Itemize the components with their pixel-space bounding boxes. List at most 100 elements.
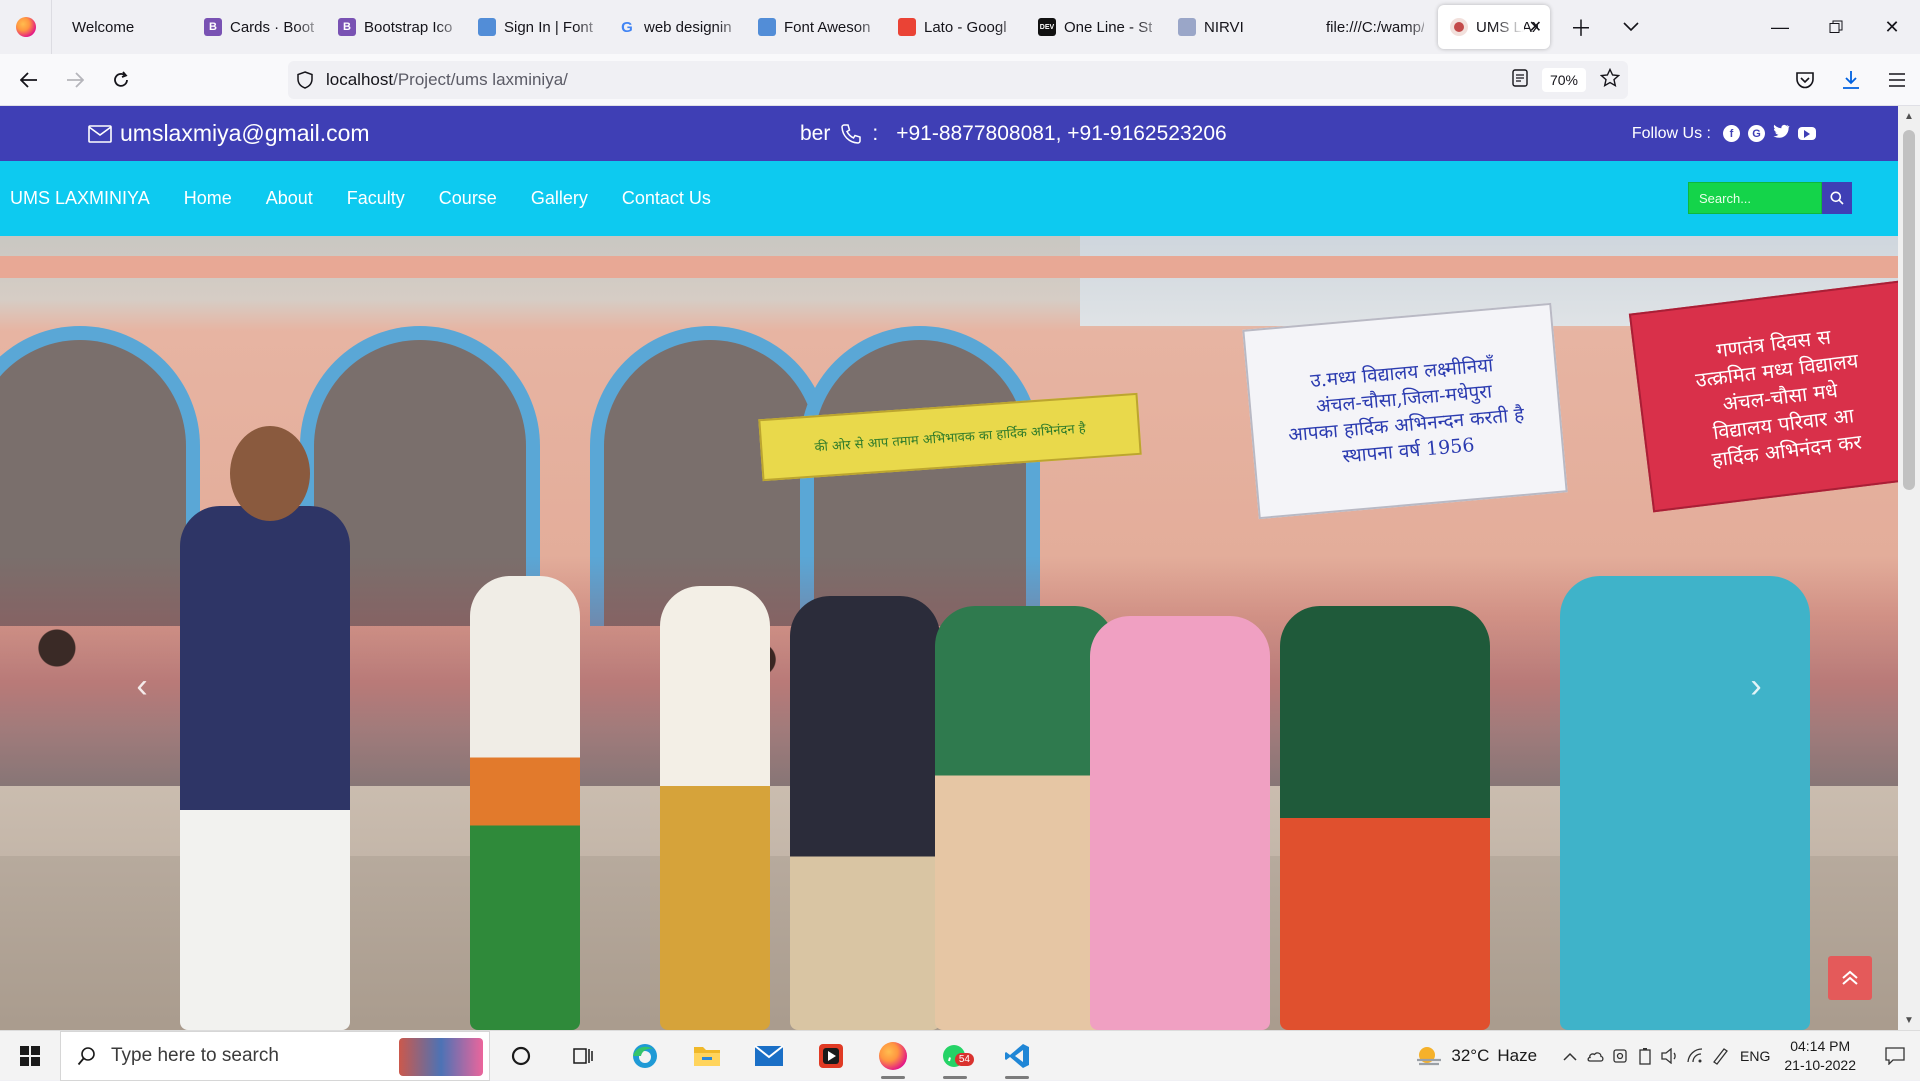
school-logo-icon — [1450, 18, 1468, 36]
browser-tab[interactable]: B Cards · Boots — [192, 5, 326, 49]
carousel-photo-person — [180, 506, 350, 1030]
taskbar-search-box[interactable]: Type here to search — [60, 1030, 490, 1081]
scroll-up-arrow-icon[interactable]: ▲ — [1898, 106, 1920, 126]
file-explorer-icon[interactable] — [676, 1031, 738, 1081]
nav-link-course[interactable]: Course — [439, 188, 497, 209]
nav-link-faculty[interactable]: Faculty — [347, 188, 405, 209]
follow-label: Follow Us : — [1631, 124, 1711, 142]
edge-icon[interactable] — [614, 1031, 676, 1081]
pocket-icon[interactable] — [1782, 60, 1828, 100]
pen-workspace-icon[interactable] — [1707, 1031, 1732, 1081]
browser-tab[interactable]: Welcome — [52, 5, 192, 49]
forward-button[interactable] — [52, 60, 98, 100]
scrollbar-thumb[interactable] — [1903, 130, 1915, 490]
url-text[interactable]: localhost/Project/ums laxminiya/ — [326, 70, 568, 90]
browser-tab[interactable]: Gweb designin — [606, 5, 746, 49]
main-navbar: UMS LAXMINIYA Home About Faculty Course Gall… — [0, 161, 1898, 236]
follow-us: Follow Us : f G — [1632, 106, 1816, 161]
twitter-icon[interactable] — [1773, 124, 1790, 143]
whatsapp-icon[interactable]: 54 — [924, 1031, 986, 1081]
carousel-prev-arrow[interactable]: ‹ — [122, 656, 162, 716]
banner-yellow-text: की ओर से आप तमाम अभिभावक का हार्दिक अभिन… — [814, 421, 1087, 456]
youtube-icon[interactable] — [1798, 127, 1816, 140]
browser-tab-strip: Welcome B Cards · Boots B Bootstrap Ico Sign … — [0, 0, 1920, 54]
back-button[interactable] — [6, 60, 52, 100]
weather-widget[interactable]: 32°C Haze — [1415, 1044, 1537, 1068]
cortana-icon[interactable] — [490, 1031, 552, 1081]
restore-window-icon[interactable] — [1808, 0, 1864, 54]
page-scrollbar[interactable]: ▲ ▼ — [1898, 106, 1920, 1030]
search-icon — [1830, 191, 1844, 205]
contact-top-bar: umslaxmiya@gmail.com ber : +91-887780808… — [0, 106, 1898, 161]
browser-tab[interactable]: DEV One Line - St — [1026, 5, 1166, 49]
nav-link-gallery[interactable]: Gallery — [531, 188, 588, 209]
phone-prefix-text: ber — [800, 121, 831, 145]
address-bar[interactable]: localhost/Project/ums laxminiya/ 70% — [288, 61, 1628, 205]
reload-button[interactable] — [98, 60, 144, 100]
site-brand[interactable]: UMS LAXMINIYA — [10, 188, 150, 209]
whatsapp-badge: 54 — [954, 1052, 974, 1066]
clock-date: 21-10-2022 — [1784, 1057, 1856, 1073]
browser-tab[interactable]: NIRVI — [1166, 5, 1306, 49]
firefox-icon[interactable] — [862, 1031, 924, 1081]
task-view-icon[interactable] — [552, 1031, 614, 1081]
list-all-tabs-icon[interactable] — [1606, 0, 1656, 54]
volume-icon[interactable] — [1657, 1031, 1682, 1081]
google-icon[interactable]: G — [1748, 125, 1765, 142]
taskbar-clock[interactable]: 04:14 PM 21-10-2022 — [1784, 1037, 1856, 1075]
hamburger-menu-icon[interactable] — [1874, 60, 1920, 100]
zoom-level-button[interactable]: 70% — [1541, 68, 1586, 92]
browser-tab[interactable]: Lato - Googl — [886, 5, 1026, 49]
dev-icon: DEV — [1038, 18, 1056, 36]
browser-tab[interactable]: B Bootstrap Ico — [326, 5, 466, 49]
new-tab-button[interactable]: ＋ — [1556, 0, 1606, 54]
banner-red-text: गणतंत्र दिवस स उत्क्रमित मध्य विद्यालय अ… — [1694, 323, 1863, 472]
browser-toolbar: localhost/Project/ums laxminiya/ 70% — [0, 54, 1920, 205]
back-to-top-button[interactable] — [1828, 956, 1872, 1000]
nav-links: Home About Faculty Course Gallery Contact Us — [184, 188, 711, 209]
browser-tab[interactable]: Font Aweson — [746, 5, 886, 49]
site-search-button[interactable] — [1822, 182, 1852, 214]
close-window-icon[interactable]: ✕ — [1864, 0, 1920, 54]
tab-active[interactable]: UMS LAXN ✕ — [1438, 5, 1550, 49]
browser-tab[interactable]: file:///C:/wamp/v — [1306, 5, 1436, 49]
carousel-photo-head — [230, 426, 310, 521]
site-search-input[interactable]: Search... — [1688, 182, 1822, 214]
site-search: Search... — [1688, 182, 1852, 214]
carousel-next-arrow[interactable]: › — [1736, 656, 1776, 716]
bookmark-star-icon[interactable] — [1599, 67, 1621, 93]
tracking-protection-shield-icon[interactable] — [288, 61, 322, 99]
fontawesome-flag-icon — [758, 18, 776, 36]
email-contact[interactable]: umslaxmiya@gmail.com — [88, 106, 370, 161]
minimize-window-icon[interactable]: — — [1752, 0, 1808, 54]
facebook-icon[interactable]: f — [1723, 125, 1740, 142]
media-player-icon[interactable] — [800, 1031, 862, 1081]
nav-link-about[interactable]: About — [266, 188, 313, 209]
meet-now-icon[interactable] — [1607, 1031, 1632, 1081]
battery-icon[interactable] — [1632, 1031, 1657, 1081]
tab-label: NIRVI — [1204, 18, 1244, 36]
google-fonts-icon — [898, 18, 916, 36]
scroll-down-arrow-icon[interactable]: ▼ — [1898, 1010, 1920, 1030]
nav-link-home[interactable]: Home — [184, 188, 232, 209]
vscode-icon[interactable] — [986, 1031, 1048, 1081]
windows-logo-icon — [20, 1045, 40, 1066]
notifications-icon[interactable] — [1870, 1031, 1920, 1081]
show-hidden-icons-chevron-icon[interactable] — [1557, 1031, 1582, 1081]
windows-taskbar: Type here to search 54 32°C Haze ENG 04:… — [0, 1030, 1920, 1081]
nav-link-contact-us[interactable]: Contact Us — [622, 188, 711, 209]
wifi-icon[interactable] — [1682, 1031, 1707, 1081]
firefox-menu-icon[interactable] — [0, 0, 52, 54]
onedrive-cloud-icon[interactable] — [1582, 1031, 1607, 1081]
carousel-photo-roof — [0, 256, 1898, 278]
mail-icon[interactable] — [738, 1031, 800, 1081]
carousel-photo-person — [935, 606, 1115, 1030]
downloads-icon[interactable] — [1828, 60, 1874, 100]
banner-white-text: उ.मध्य विद्यालय लक्ष्मीनियाँ अंचल-चौसा,ज… — [1287, 354, 1525, 468]
close-tab-icon[interactable]: ✕ — [1529, 17, 1542, 37]
browser-tab[interactable]: Sign In | Font — [466, 5, 606, 49]
tab-label: Lato - Googl — [924, 18, 1007, 36]
input-language-indicator[interactable]: ENG — [1740, 1048, 1770, 1064]
reader-view-icon[interactable] — [1512, 68, 1528, 92]
windows-start-button[interactable] — [0, 1031, 60, 1081]
